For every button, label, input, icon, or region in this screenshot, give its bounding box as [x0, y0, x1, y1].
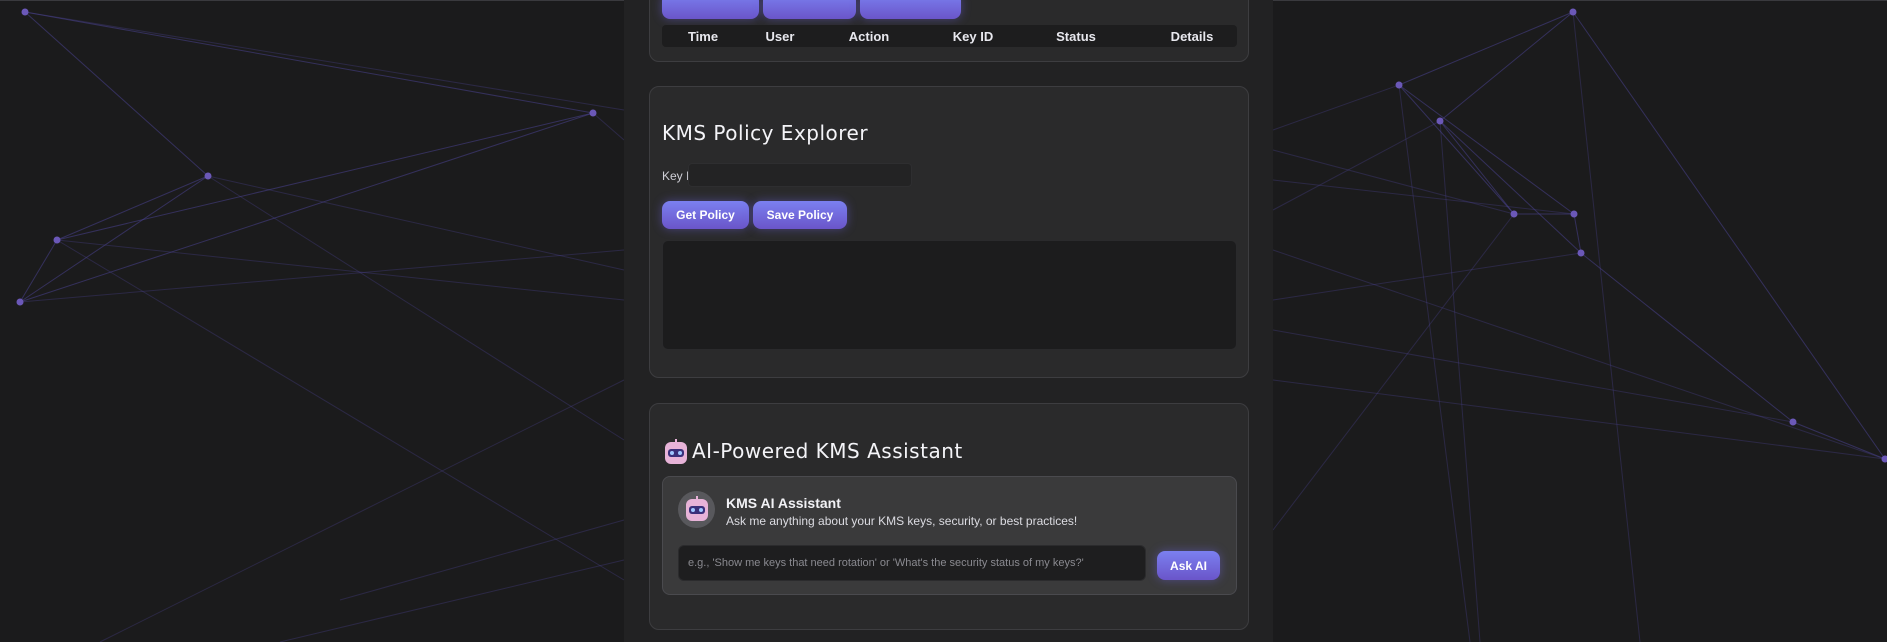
- network-line: [279, 559, 625, 642]
- network-line: [1580, 252, 1794, 423]
- audit-log-card: Time User Action Key ID Status Details: [649, 0, 1249, 62]
- network-line: [207, 175, 625, 441]
- network-node: [204, 172, 212, 180]
- network-line: [24, 11, 209, 177]
- network-node: [1510, 210, 1518, 218]
- get-policy-button[interactable]: Get Policy: [662, 201, 749, 229]
- network-line: [19, 175, 209, 303]
- ai-assistant-card: AI-Powered KMS Assistant KMS AI Assistan…: [649, 403, 1249, 630]
- audit-action-button-1[interactable]: [662, 0, 759, 19]
- network-line: [24, 11, 625, 111]
- network-node: [16, 298, 24, 306]
- network-node: [1881, 455, 1887, 463]
- network-line: [1572, 11, 1641, 642]
- network-node: [589, 109, 597, 117]
- network-line: [24, 11, 594, 114]
- assistant-name: KMS AI Assistant: [726, 495, 841, 511]
- network-node: [1570, 210, 1578, 218]
- network-node: [1436, 117, 1444, 125]
- network-line: [1272, 149, 1515, 215]
- network-line: [1272, 120, 1441, 211]
- network-line: [99, 379, 625, 642]
- column-header-status[interactable]: Status: [1056, 29, 1096, 44]
- ai-assistant-title: AI-Powered KMS Assistant: [692, 439, 963, 463]
- network-line: [1398, 11, 1574, 86]
- network-line: [1398, 84, 1471, 642]
- column-header-action[interactable]: Action: [849, 29, 889, 44]
- network-line: [56, 175, 209, 241]
- ask-ai-input[interactable]: [678, 545, 1146, 581]
- network-line: [1272, 252, 1582, 301]
- network-node: [21, 8, 29, 16]
- robot-icon: [665, 439, 687, 464]
- network-line: [207, 175, 625, 271]
- network-line: [1439, 120, 1582, 254]
- network-node: [1569, 8, 1577, 16]
- policy-explorer-card: KMS Policy Explorer Key ID: Get Policy S…: [649, 86, 1249, 378]
- network-node: [1789, 418, 1797, 426]
- ask-ai-button[interactable]: Ask AI: [1157, 551, 1220, 580]
- network-line: [592, 112, 625, 141]
- network-node: [1395, 81, 1403, 89]
- network-line: [339, 519, 625, 601]
- assistant-avatar: [678, 491, 715, 528]
- policy-explorer-title: KMS Policy Explorer: [662, 121, 869, 145]
- network-line: [1398, 84, 1515, 215]
- network-line: [1272, 213, 1515, 531]
- network-node: [1577, 249, 1585, 257]
- column-header-details[interactable]: Details: [1171, 29, 1214, 44]
- audit-table-header: Time User Action Key ID Status Details: [662, 25, 1237, 47]
- network-line: [1272, 84, 1400, 131]
- network-line: [1439, 11, 1574, 122]
- network-line: [1272, 329, 1794, 423]
- audit-action-button-3[interactable]: [860, 0, 961, 19]
- assistant-panel: KMS AI Assistant Ask me anything about y…: [662, 476, 1237, 595]
- robot-icon: [686, 496, 708, 521]
- network-line: [1572, 11, 1886, 460]
- save-policy-button[interactable]: Save Policy: [753, 201, 847, 229]
- assistant-subtitle: Ask me anything about your KMS keys, sec…: [726, 514, 1078, 528]
- policy-textarea[interactable]: [662, 240, 1237, 350]
- audit-action-button-2[interactable]: [763, 0, 856, 19]
- network-line: [19, 239, 58, 303]
- network-line: [19, 249, 625, 303]
- column-header-time[interactable]: Time: [688, 29, 718, 44]
- network-line: [1272, 249, 1886, 460]
- column-header-key-id[interactable]: Key ID: [953, 29, 993, 44]
- key-id-input[interactable]: [688, 163, 912, 187]
- network-line: [19, 112, 594, 303]
- network-node: [53, 236, 61, 244]
- network-line: [1272, 179, 1575, 215]
- network-line: [1398, 84, 1575, 215]
- network-line: [56, 112, 594, 241]
- column-header-user[interactable]: User: [766, 29, 795, 44]
